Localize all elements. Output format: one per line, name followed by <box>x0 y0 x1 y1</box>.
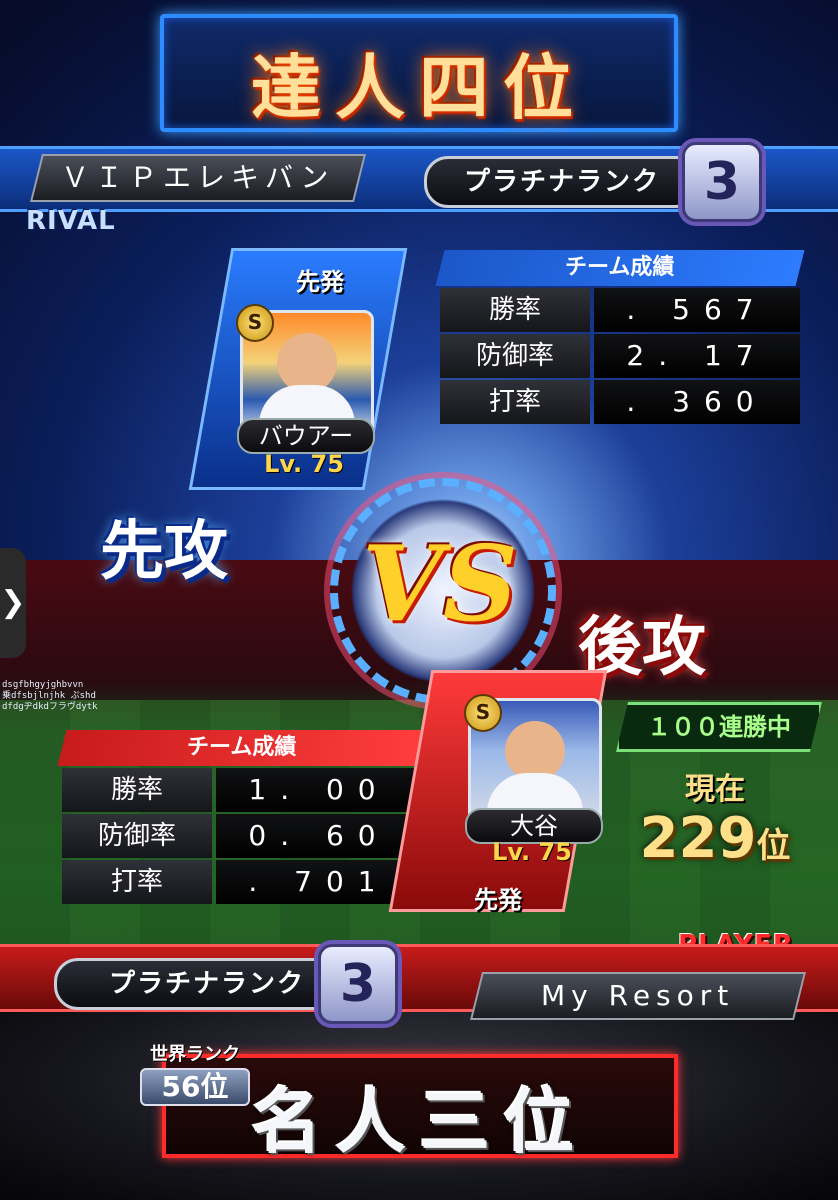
rival-rank-number: 3 <box>703 152 741 212</box>
stat-row: 防御率 2. 17 <box>440 334 800 378</box>
debug-text: dsgfbhgyjghbvvn 乗dfsbjlnjhk ぷshd dfdgヂdk… <box>2 680 98 712</box>
win-streak-badge: １００連勝中 <box>616 702 822 752</box>
player-grade-badge: S <box>464 694 502 732</box>
current-rank: 現在 229位 <box>620 764 810 877</box>
current-rank-number: 229 <box>639 806 757 871</box>
stat-value: 2. 17 <box>594 334 800 378</box>
player-rank-label: プラチナランク <box>108 969 305 999</box>
current-rank-suffix: 位 <box>756 826 791 866</box>
rival-grade-badge: S <box>236 304 274 342</box>
stat-value: . 567 <box>594 288 800 332</box>
player-team-stats: チーム成績 勝率 1. 00 防御率 0. 60 打率. 701 <box>57 730 427 904</box>
player-name-plate: My Resort <box>470 972 806 1020</box>
player-level: Lv. 75 <box>492 838 572 866</box>
rival-tag: RIVAL <box>26 206 116 236</box>
stat-row: 防御率 0. 60 <box>62 814 422 858</box>
rival-team-stats: チーム成績 勝率. 567 防御率 2. 17 打率. 360 <box>435 250 805 424</box>
stat-row: 打率. 360 <box>440 380 800 424</box>
player-rank-badge: 3 <box>318 944 398 1024</box>
player-stats-header-text: チーム成績 <box>187 735 297 760</box>
rival-starter-label: 先発 <box>296 268 344 296</box>
batting-first-label: 先攻 <box>100 515 228 589</box>
rival-name: ＶＩＰエレキバン <box>61 161 335 194</box>
player-rank-plate: プラチナランク <box>54 958 360 1010</box>
stat-row: 勝率 1. 00 <box>62 768 422 812</box>
current-rank-value: 229位 <box>620 808 810 877</box>
player-starter-label: 先発 <box>474 886 522 914</box>
stat-label: 防御率 <box>440 334 590 378</box>
rival-rank-plate: プラチナランク <box>424 156 700 208</box>
rival-title-banner: 達人四位 <box>160 14 678 132</box>
rival-player-name: バウアー <box>237 418 375 454</box>
rival-rank-badge: 3 <box>682 142 762 222</box>
player-stats-header: チーム成績 <box>57 730 427 766</box>
stat-row: 打率. 701 <box>62 860 422 904</box>
rival-stats-header: チーム成績 <box>435 250 805 286</box>
rival-player-level: Lv. 75 <box>264 450 344 478</box>
stat-row: 勝率. 567 <box>440 288 800 332</box>
rival-name-plate: ＶＩＰエレキバン <box>30 154 366 202</box>
stat-label: 打率 <box>62 860 212 904</box>
world-rank-value: 56位 <box>140 1068 250 1106</box>
world-rank-label: 世界ランク <box>150 1044 240 1065</box>
player-rank-number: 3 <box>339 954 377 1014</box>
stat-value: 0. 60 <box>216 814 422 858</box>
stat-value: 1. 00 <box>216 768 422 812</box>
rival-rank-label: プラチナランク <box>463 167 660 197</box>
player-portrait-icon <box>277 333 337 393</box>
current-rank-label: 現在 <box>685 772 745 807</box>
stat-label: 打率 <box>440 380 590 424</box>
side-expand-tab[interactable]: ❯ <box>0 548 26 658</box>
player-portrait-icon <box>505 721 565 781</box>
player-account-name: My Resort <box>541 979 735 1012</box>
stat-label: 勝率 <box>440 288 590 332</box>
rival-title: 達人四位 <box>251 46 587 129</box>
rival-stats-header-text: チーム成績 <box>565 255 675 280</box>
world-rank: 世界ランク 56位 <box>140 1040 250 1106</box>
stat-value: . 360 <box>594 380 800 424</box>
vs-text: VS <box>362 522 518 645</box>
stat-label: 防御率 <box>62 814 212 858</box>
stat-label: 勝率 <box>62 768 212 812</box>
